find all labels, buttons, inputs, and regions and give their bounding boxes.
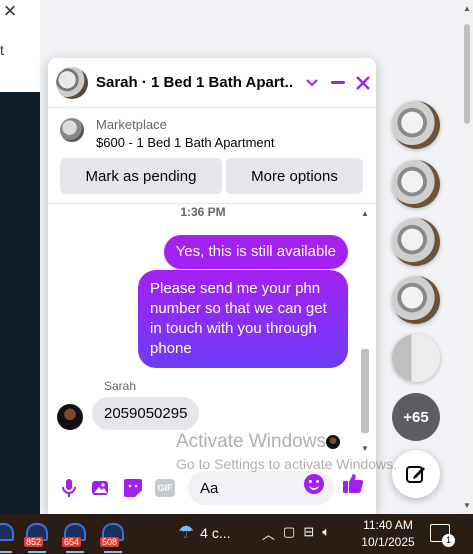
message-scrollbar[interactable]: ▲ ▼: [358, 205, 372, 455]
more-options-button[interactable]: More options: [226, 158, 363, 194]
chat-head-avatar[interactable]: [392, 276, 440, 324]
more-chats-button[interactable]: +65: [392, 393, 440, 441]
active-indicator: [104, 551, 122, 553]
app-badge: 654: [62, 537, 82, 547]
active-indicator: [28, 551, 46, 553]
close-chat-button[interactable]: [350, 70, 376, 96]
scroll-up-icon[interactable]: ▲: [361, 209, 369, 218]
weather-widget[interactable]: ☂ 4 c...: [178, 522, 231, 543]
activation-watermark-subtitle: Go to Settings to activate Windows.: [176, 456, 397, 472]
microphone-icon[interactable]: [58, 477, 80, 499]
scrollbar-thumb[interactable]: [361, 349, 369, 433]
taskbar-clock[interactable]: 11:40 AM 10/1/2025: [360, 517, 416, 551]
chevron-down-icon[interactable]: [299, 70, 325, 96]
marketplace-label: Marketplace: [96, 117, 167, 132]
minimize-button[interactable]: [325, 70, 351, 96]
system-tray: ︿ ▢ ⊟ 🔈︎: [262, 524, 330, 543]
scroll-down-icon[interactable]: ▼: [463, 501, 471, 510]
clock-time: 11:40 AM: [363, 518, 413, 532]
volume-icon[interactable]: 🔈︎: [322, 524, 330, 543]
gif-icon: GIF: [155, 479, 175, 497]
minimize-icon: [330, 81, 345, 84]
listing-title[interactable]: $600 - 1 Bed 1 Bath Apartment: [96, 135, 275, 150]
meet-now-icon[interactable]: ▢: [283, 524, 295, 543]
taskbar-app[interactable]: 508: [100, 521, 126, 553]
notification-icon[interactable]: 1: [430, 524, 455, 547]
scrollbar-thumb[interactable]: [464, 24, 470, 124]
page-scrollbar[interactable]: ▲ ▼: [461, 0, 473, 514]
left-pane-dark: [0, 92, 40, 514]
sender-avatar[interactable]: [57, 404, 83, 430]
chat-head-avatar[interactable]: [392, 218, 440, 266]
outgoing-message[interactable]: Yes, this is still available: [163, 235, 348, 269]
sender-name: Sarah: [104, 379, 137, 393]
weather-text: 4 c...: [200, 524, 231, 541]
app-badge: 852: [24, 537, 44, 547]
scroll-up-icon[interactable]: ▲: [463, 4, 471, 13]
taskbar-app[interactable]: 0: [0, 521, 16, 553]
active-indicator: [66, 551, 84, 553]
chat-head-avatar[interactable]: [392, 334, 440, 382]
marketplace-banner: Marketplace $600 - 1 Bed 1 Bath Apartmen…: [48, 109, 376, 204]
conversation-avatar[interactable]: [56, 66, 88, 99]
chat-head-avatar[interactable]: [392, 101, 440, 149]
chat-title[interactable]: Sarah · 1 Bed 1 Bath Apart...: [96, 74, 293, 91]
app-badge: 508: [100, 537, 120, 547]
message-timestamp: 1:36 PM: [180, 205, 226, 219]
app-icon: [0, 523, 14, 541]
notification-count: 1: [442, 534, 455, 547]
taskbar: 0 852 654 508 ☂ 4 c... ︿ ▢ ⊟ 🔈︎ 11:40 AM…: [0, 514, 473, 554]
active-indicator: [0, 551, 12, 553]
taskbar-app[interactable]: 852: [24, 521, 50, 553]
network-icon[interactable]: ⊟: [303, 524, 314, 543]
new-message-button[interactable]: [392, 450, 440, 498]
chevron-up-icon[interactable]: ︿: [262, 524, 275, 543]
message-list[interactable]: 1:36 PM Yes, this is still available Ple…: [48, 205, 376, 455]
background-text: t: [0, 42, 4, 58]
thumbs-up-icon[interactable]: [342, 472, 366, 496]
emoji-icon[interactable]: [304, 474, 324, 494]
clock-date: 10/1/2025: [361, 535, 415, 549]
listing-thumbnail[interactable]: [60, 118, 84, 142]
chat-head-avatar[interactable]: [392, 160, 440, 208]
activation-watermark-title: Activate Windows: [176, 431, 326, 452]
rain-umbrella-icon: ☂: [178, 522, 195, 542]
gif-button[interactable]: GIF: [154, 477, 176, 499]
close-icon: [356, 75, 371, 90]
photo-icon[interactable]: [90, 477, 112, 499]
scroll-down-icon[interactable]: ▼: [361, 444, 369, 453]
compose-icon: [406, 466, 425, 483]
chat-header: Sarah · 1 Bed 1 Bath Apart...: [48, 58, 376, 108]
taskbar-app[interactable]: 654: [62, 521, 88, 553]
seen-indicator-avatar: [326, 435, 340, 449]
incoming-message[interactable]: 2059050295: [92, 397, 200, 430]
sticker-icon[interactable]: [122, 477, 144, 499]
mark-as-pending-button[interactable]: Mark as pending: [60, 158, 222, 194]
close-icon[interactable]: ×: [0, 0, 20, 22]
outgoing-message[interactable]: Please send me your phn number so that w…: [138, 270, 348, 368]
